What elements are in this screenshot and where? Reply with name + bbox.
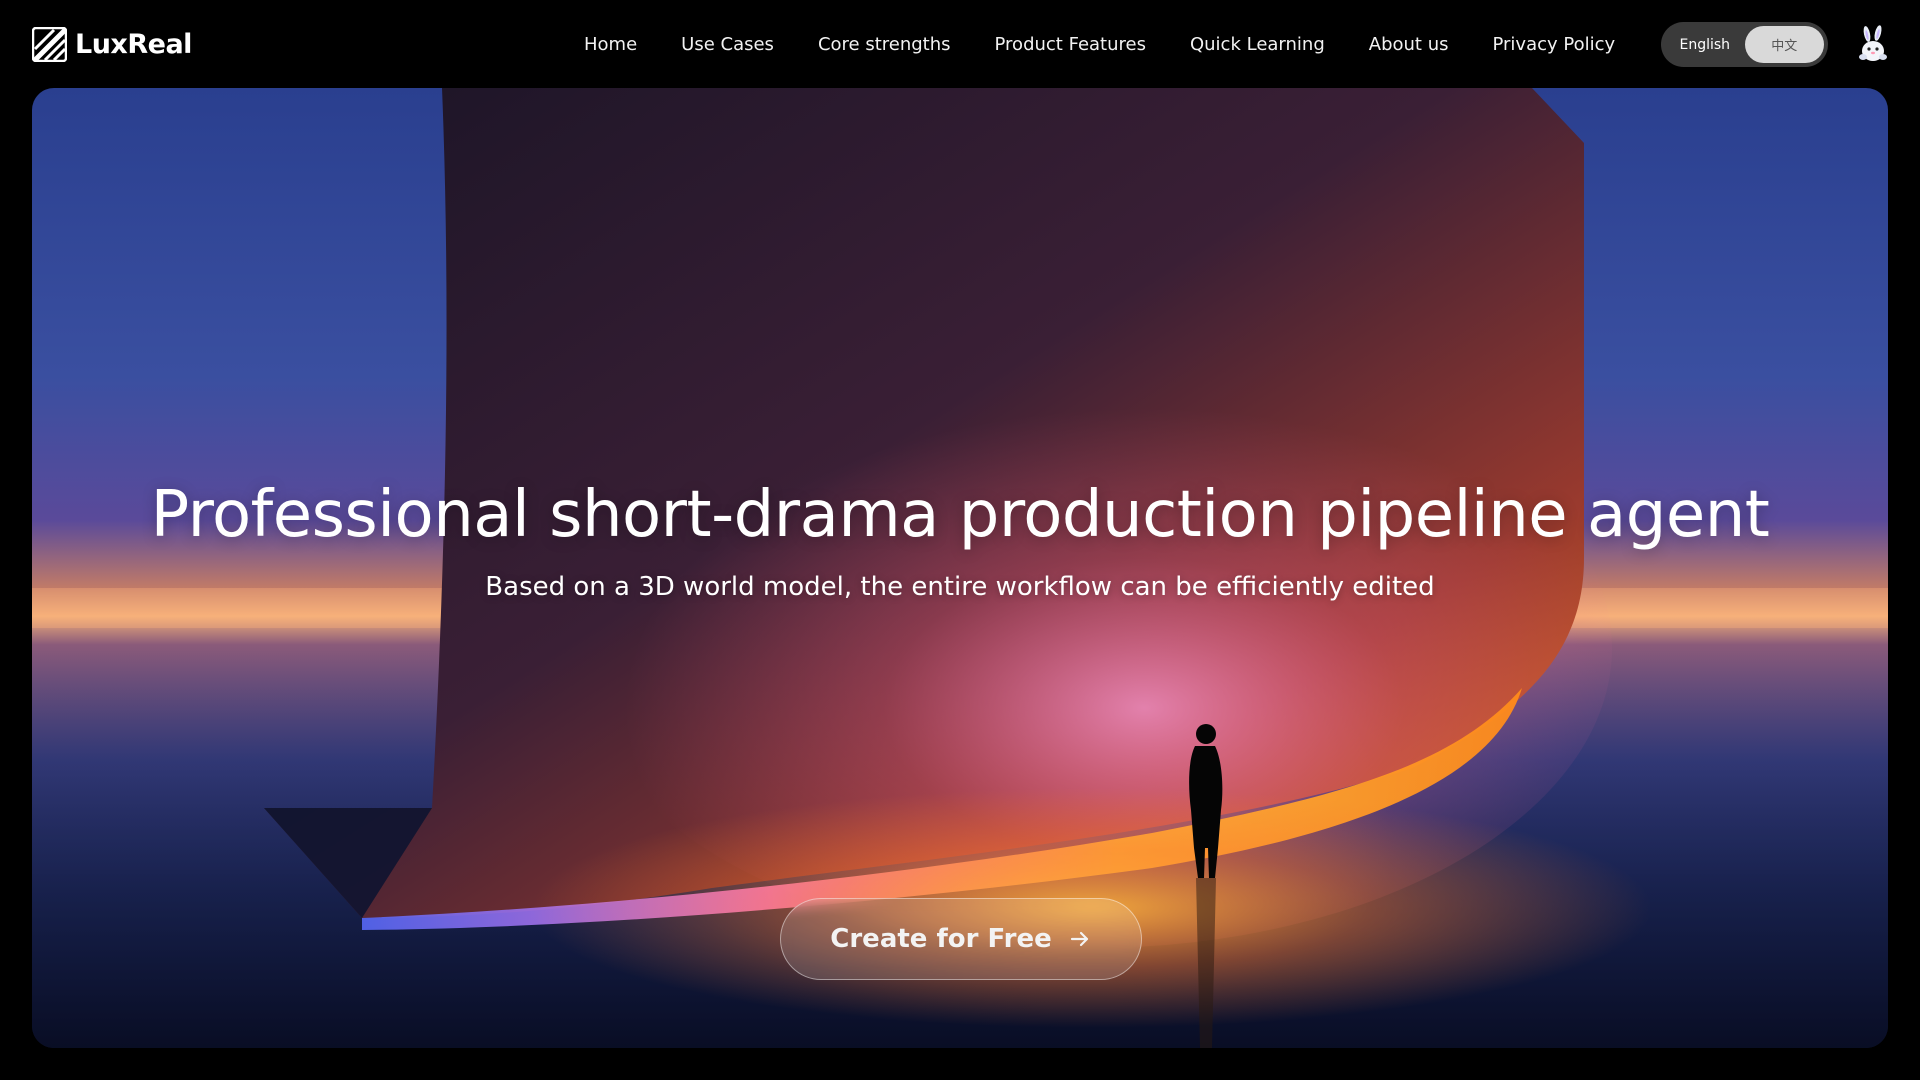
hero-section: Professional short-drama production pipe…: [32, 88, 1888, 1048]
create-for-free-button[interactable]: Create for Free: [780, 898, 1142, 980]
rabbit-avatar-icon[interactable]: [1853, 24, 1893, 64]
nav-item-privacy-policy[interactable]: Privacy Policy: [1470, 34, 1637, 55]
hero-title: Professional short-drama production pipe…: [150, 478, 1770, 552]
arrow-right-icon: [1070, 931, 1088, 947]
nav-item-quick-learning[interactable]: Quick Learning: [1168, 34, 1347, 55]
lang-option-chinese[interactable]: 中文: [1744, 26, 1824, 63]
top-navbar: LuxReal Home Use Cases Core strengths Pr…: [0, 0, 1920, 88]
nav-item-product-features[interactable]: Product Features: [973, 34, 1168, 55]
nav-item-about-us[interactable]: About us: [1347, 34, 1471, 55]
nav-item-use-cases[interactable]: Use Cases: [659, 34, 796, 55]
brand-home-link[interactable]: LuxReal: [32, 26, 192, 62]
language-toggle: English 中文: [1661, 22, 1828, 67]
luxreal-logo-icon: [32, 26, 67, 62]
brand-name: LuxReal: [75, 28, 192, 60]
main-nav: Home Use Cases Core strengths Product Fe…: [562, 0, 1637, 88]
nav-item-home[interactable]: Home: [562, 34, 659, 55]
cta-label: Create for Free: [830, 924, 1052, 954]
nav-item-core-strengths[interactable]: Core strengths: [796, 34, 973, 55]
hero-subtitle: Based on a 3D world model, the entire wo…: [485, 572, 1435, 602]
lang-option-english[interactable]: English: [1665, 26, 1745, 63]
